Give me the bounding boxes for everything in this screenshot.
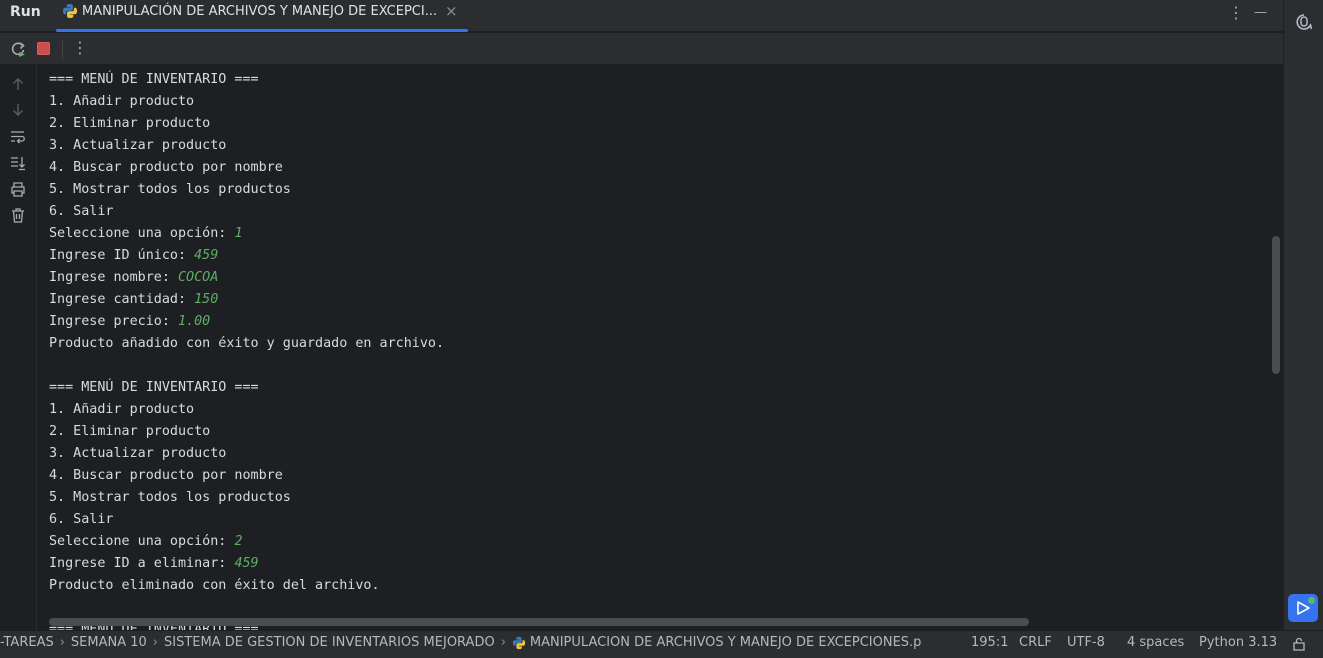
breadcrumb-item[interactable]: SEMANA 10 (71, 635, 147, 650)
console-line: 4. Buscar producto por nombre (49, 157, 283, 179)
user-input: 2 (234, 534, 243, 549)
console-text: Seleccione una opción: (49, 534, 235, 549)
soft-wrap-icon[interactable] (10, 129, 26, 145)
console-text: 2. Eliminar producto (49, 424, 211, 439)
run-tool-window-header: Run MANIPULACIÓN DE ARCHIVOS Y MANEJO DE… (0, 0, 1283, 32)
console-line: Producto añadido con éxito y guardado en… (49, 333, 444, 355)
run-title: Run (10, 4, 41, 20)
stop-icon[interactable] (37, 42, 50, 55)
user-input: 1 (234, 226, 243, 241)
python-file-icon (512, 636, 526, 649)
more-actions-icon[interactable]: ⋮ (72, 38, 88, 57)
chevron-right-icon: › (152, 635, 158, 650)
tab-title: MANIPULACIÓN DE ARCHIVOS Y MANEJO DE EXC… (82, 4, 438, 19)
python-interpreter[interactable]: Python 3.13 (1199, 635, 1277, 650)
trash-icon[interactable] (10, 207, 26, 223)
console-line: Ingrese ID único: 459 (49, 245, 218, 267)
breadcrumb-item[interactable]: SISTEMA DE GESTIÓN DE INVENTARIOS MEJORA… (164, 635, 495, 650)
console-line: 6. Salir (49, 509, 114, 531)
breadcrumb: -TAREAS › SEMANA 10 › SISTEMA DE GESTIÓN DE … (0, 635, 935, 650)
console-text: Ingrese cantidad: (49, 292, 195, 307)
running-indicator (1308, 597, 1315, 604)
console-text: === MENÚ DE INVENTARIO === (49, 72, 259, 87)
python-icon (63, 4, 77, 18)
chevron-right-icon: › (59, 635, 65, 650)
line-ending[interactable]: CRLF (1019, 635, 1052, 650)
active-tab-indicator (56, 29, 468, 32)
console-text: 5. Mostrar todos los productos (49, 490, 291, 505)
console-text: 3. Actualizar producto (49, 138, 227, 153)
console-text: Ingrese nombre: (49, 270, 178, 285)
minimize-icon[interactable]: — (1254, 5, 1267, 20)
console-actions-sidebar (0, 66, 36, 630)
right-tool-strip (1283, 0, 1323, 630)
arrow-down-icon[interactable] (10, 102, 26, 118)
caret-position[interactable]: 195:1 (971, 635, 1008, 650)
console-line: === MENÚ DE INVENTARIO === (49, 377, 259, 399)
horizontal-scrollbar[interactable] (49, 618, 1029, 626)
close-icon[interactable]: × (445, 2, 458, 20)
user-input: COCOA (178, 270, 219, 285)
console-text: 1. Añadir producto (49, 402, 195, 417)
chevron-right-icon: › (500, 635, 506, 650)
arrow-up-icon[interactable] (10, 76, 26, 92)
run-tool-button[interactable] (1288, 594, 1318, 622)
print-icon[interactable] (10, 181, 26, 197)
console-line: 1. Añadir producto (49, 399, 194, 421)
run-toolbar: ⋮ (0, 33, 1283, 65)
console-line: 2. Eliminar producto (49, 113, 210, 135)
ai-assistant-icon[interactable] (1294, 12, 1314, 32)
scroll-to-end-icon[interactable] (10, 155, 26, 171)
more-options-icon[interactable]: ⋮ (1228, 3, 1244, 22)
console-text: Seleccione una opción: (49, 226, 235, 241)
console-text: Producto añadido con éxito y guardado en… (49, 336, 445, 351)
user-input: 150 (194, 292, 219, 307)
indent-setting[interactable]: 4 spaces (1127, 635, 1184, 650)
console-line: === MENÚ DE INVENTARIO === (49, 69, 259, 91)
console-text: Ingrese ID a eliminar: (49, 556, 235, 571)
console-line: Seleccione una opción: 1 (49, 223, 243, 245)
console-line: 5. Mostrar todos los productos (49, 179, 291, 201)
console-text: === MENÚ DE INVENTARIO === (49, 380, 259, 395)
breadcrumb-item[interactable]: MANIPULACIÓN DE ARCHIVOS Y MANEJO DE EXC… (530, 635, 922, 650)
console-text: 4. Buscar producto por nombre (49, 468, 283, 483)
file-encoding[interactable]: UTF-8 (1067, 635, 1105, 650)
console-line: 2. Eliminar producto (49, 421, 210, 443)
console-line: Ingrese cantidad: 150 (49, 289, 218, 311)
user-input: 459 (234, 556, 259, 571)
rerun-icon[interactable] (10, 41, 26, 57)
console-line: 4. Buscar producto por nombre (49, 465, 283, 487)
toolbar-separator (62, 41, 63, 59)
console-text: 1. Añadir producto (49, 94, 195, 109)
console-text: 2. Eliminar producto (49, 116, 211, 131)
console-line: 1. Añadir producto (49, 91, 194, 113)
console-text: Ingrese precio: (49, 314, 178, 329)
console-text: 6. Salir (49, 204, 114, 219)
console-text: 4. Buscar producto por nombre (49, 160, 283, 175)
console-text: 3. Actualizar producto (49, 446, 227, 461)
tab-run-config[interactable]: MANIPULACIÓN DE ARCHIVOS Y MANEJO DE EXC… (56, 0, 468, 32)
vertical-scrollbar[interactable] (1272, 236, 1280, 374)
lock-icon[interactable] (1292, 637, 1306, 651)
console-output[interactable]: === MENÚ DE INVENTARIO === Producto elimi… (36, 66, 1283, 630)
console-line: 3. Actualizar producto (49, 135, 226, 157)
console-line: Producto eliminado con éxito del archivo… (49, 575, 380, 597)
console-text: Producto eliminado con éxito del archivo… (49, 578, 380, 593)
console-line: 6. Salir (49, 201, 114, 223)
status-bar: -TAREAS › SEMANA 10 › SISTEMA DE GESTIÓN DE … (0, 630, 1323, 658)
breadcrumb-item[interactable]: -TAREAS (0, 635, 54, 650)
user-input: 459 (194, 248, 219, 263)
console-line: Ingrese precio: 1.00 (49, 311, 210, 333)
user-input: 1.00 (178, 314, 211, 329)
console-line: 3. Actualizar producto (49, 443, 226, 465)
console-line: 5. Mostrar todos los productos (49, 487, 291, 509)
console-line: Ingrese ID a eliminar: 459 (49, 553, 259, 575)
console-line: Ingrese nombre: COCOA (49, 267, 218, 289)
console-text: 6. Salir (49, 512, 114, 527)
console-line: Seleccione una opción: 2 (49, 531, 243, 553)
console-text: Ingrese ID único: (49, 248, 195, 263)
console-text: 5. Mostrar todos los productos (49, 182, 291, 197)
